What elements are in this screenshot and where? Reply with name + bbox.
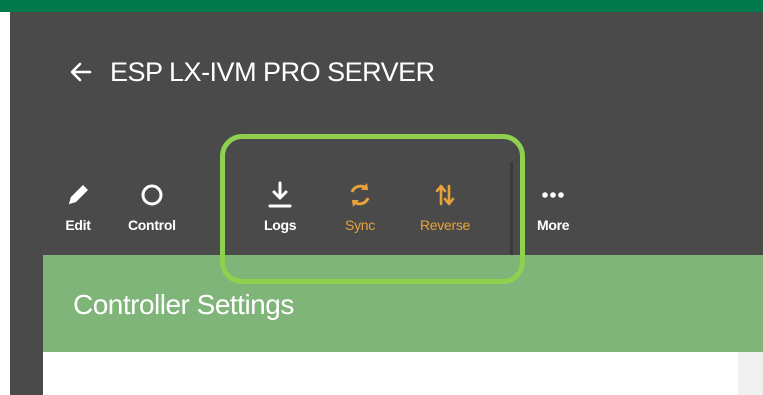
scrollbar[interactable] (738, 352, 763, 395)
title-row: ESP LX-IVM PRO SERVER (70, 52, 435, 92)
page-title: ESP LX-IVM PRO SERVER (110, 56, 435, 87)
highlight-box (220, 134, 525, 284)
edit-label: Edit (65, 217, 91, 233)
control-label: Control (128, 217, 176, 233)
top-accent-bar (0, 0, 763, 12)
control-button[interactable]: Control (128, 177, 176, 233)
pencil-icon (64, 177, 92, 213)
more-button[interactable]: More (537, 177, 570, 233)
back-arrow-icon[interactable] (70, 52, 110, 92)
app-header: ESP LX-IVM PRO SERVER Edit Control Logs … (10, 12, 763, 395)
content-area (43, 352, 763, 395)
more-label: More (537, 217, 570, 233)
section-title: Controller Settings (73, 289, 294, 320)
circle-icon (138, 177, 166, 213)
edit-button[interactable]: Edit (64, 177, 92, 233)
more-horizontal-icon (539, 177, 567, 213)
